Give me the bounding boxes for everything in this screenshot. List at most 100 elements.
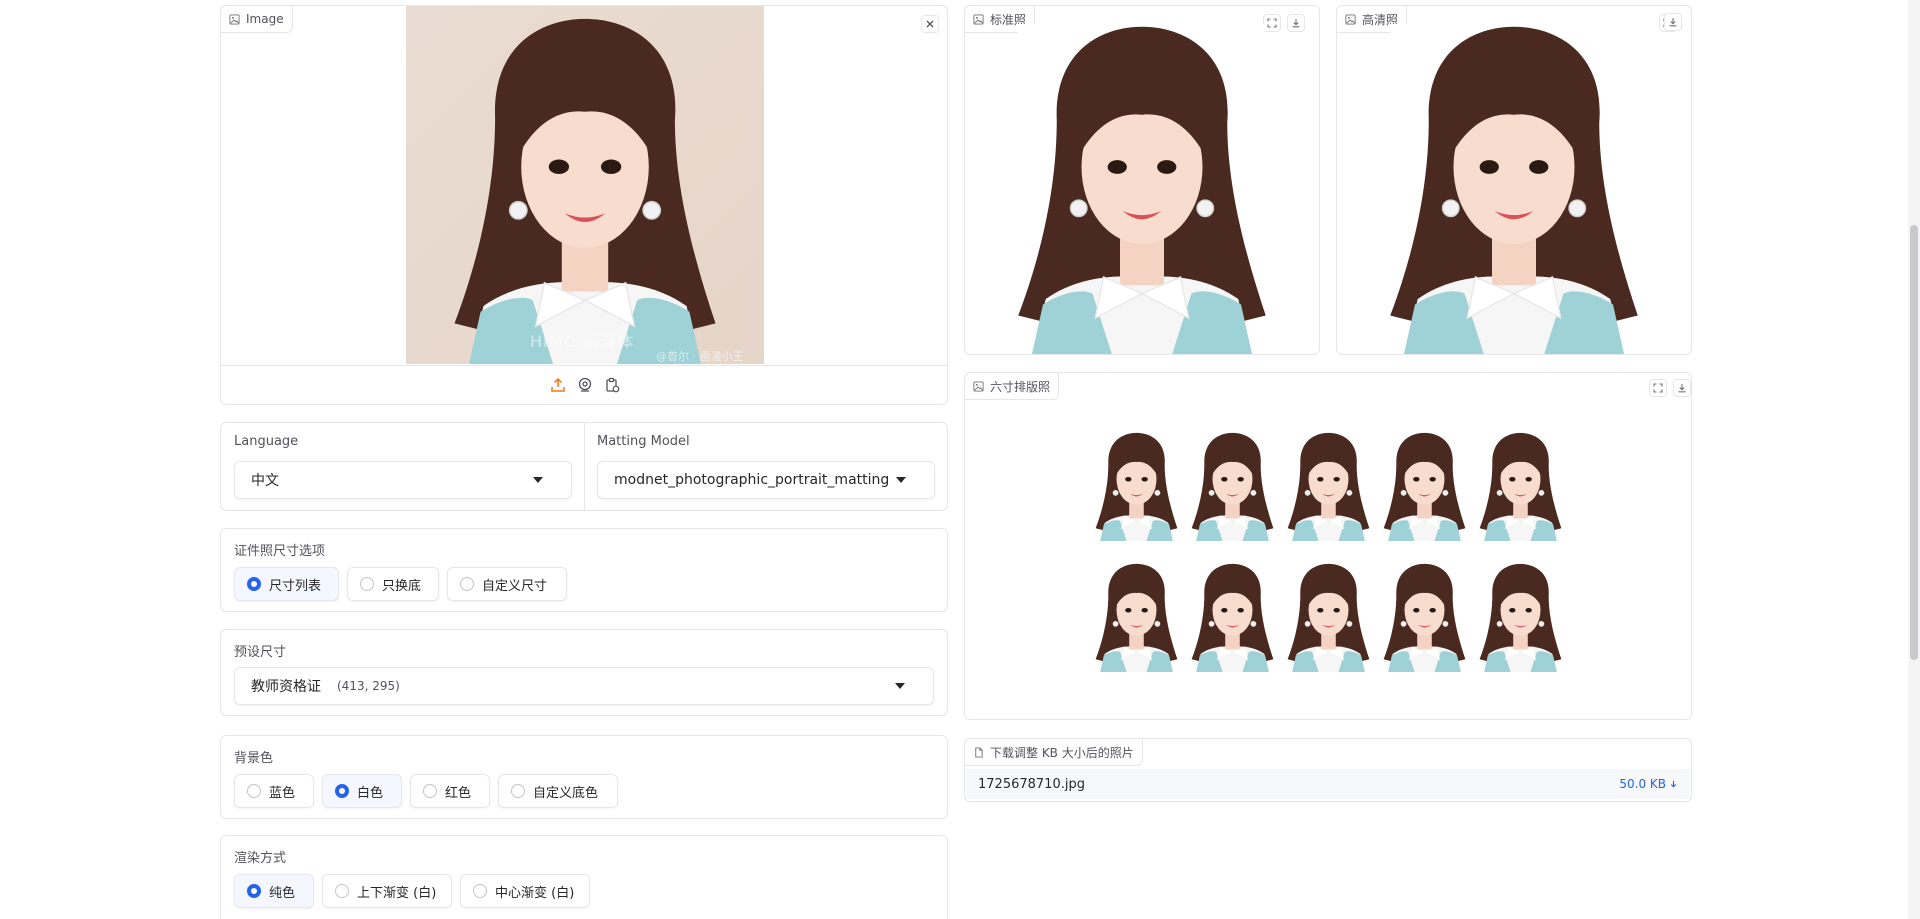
input-toolbar (221, 365, 947, 406)
download-icon (1292, 19, 1300, 28)
layout-thumbnail (1093, 563, 1180, 672)
download-button[interactable] (1673, 379, 1691, 397)
render-mode-label: 渲染方式 (234, 851, 287, 866)
radio-dot (511, 784, 525, 798)
matting-label: Matting Model (597, 434, 690, 449)
radio-dot (460, 577, 474, 591)
download-size-link[interactable]: 50.0 KB (1619, 777, 1678, 791)
radio-vertical-gradient[interactable]: 上下渐变 (白) (322, 874, 452, 908)
layout-photo-grid (1093, 432, 1565, 672)
preset-name: 教师资格证 (251, 679, 321, 695)
hd-photo (1390, 24, 1638, 354)
radio-label: 自定义尺寸 (482, 578, 548, 594)
layout-photo-tag: 六寸排版照 (965, 373, 1060, 400)
input-photo: HIMO 画漫体 @首尔 · 画漫小王 (406, 6, 764, 364)
image-icon (973, 14, 984, 25)
preset-size-label: 预设尺寸 (234, 645, 287, 660)
close-icon (926, 20, 934, 28)
standard-photo (1018, 24, 1266, 354)
render-mode-panel: 渲染方式 纯色 上下渐变 (白) 中心渐变 (白) (220, 835, 948, 919)
image-icon (973, 381, 984, 392)
radio-dot (247, 884, 261, 898)
radio-bg-only[interactable]: 只换底 (347, 567, 439, 601)
chevron-down-icon (896, 477, 906, 483)
layout-thumbnail (1093, 432, 1180, 541)
preset-dims: (413, 295) (337, 679, 400, 693)
input-image-panel[interactable]: Image HIMO 画漫体 @首尔 · 画漫小王 (220, 5, 948, 405)
image-icon (1345, 14, 1356, 25)
radio-dot (423, 784, 437, 798)
radio-custom-size[interactable]: 自定义尺寸 (447, 567, 567, 601)
radio-dot (473, 884, 487, 898)
radio-label: 尺寸列表 (269, 578, 322, 594)
radio-custom-bg[interactable]: 自定义底色 (498, 774, 618, 808)
radio-label: 上下渐变 (白) (357, 885, 437, 901)
download-icon (1670, 780, 1677, 788)
radio-blue[interactable]: 蓝色 (234, 774, 314, 808)
close-button[interactable] (921, 15, 939, 33)
radio-label: 纯色 (269, 885, 296, 901)
fullscreen-button[interactable] (1649, 379, 1667, 397)
layout-thumbnail (1189, 432, 1276, 541)
radio-red[interactable]: 红色 (410, 774, 490, 808)
fullscreen-icon (1653, 383, 1663, 393)
watermark-text: HIMO 画漫体 (530, 332, 635, 351)
model-settings-panel: Language 中文 Matting Model modnet_photogr… (220, 422, 948, 511)
input-image-label: Image (246, 12, 284, 26)
radio-label: 自定义底色 (533, 785, 599, 801)
preset-size-dropdown[interactable]: 教师资格证 (413, 295) (234, 667, 934, 705)
hd-photo-panel: 高清照 (1336, 5, 1692, 355)
clipboard-button[interactable] (604, 377, 622, 395)
upload-icon (551, 377, 565, 392)
radio-dot (360, 577, 374, 591)
radio-label: 只换底 (382, 578, 422, 594)
layout-photo-panel: 六寸排版照 (964, 372, 1692, 720)
radio-solid[interactable]: 纯色 (234, 874, 314, 908)
download-filename[interactable]: 1725678710.jpg (978, 777, 1085, 792)
image-icon (229, 14, 240, 25)
layout-thumbnail (1381, 432, 1468, 541)
hd-download-button[interactable] (1664, 13, 1682, 31)
radio-center-gradient[interactable]: 中心渐变 (白) (460, 874, 590, 908)
radio-label: 白色 (357, 785, 384, 801)
upload-button[interactable] (550, 377, 568, 395)
size-option-panel: 证件照尺寸选项 尺寸列表 只换底 自定义尺寸 (220, 528, 948, 612)
fullscreen-icon (1267, 18, 1277, 28)
watermark-credit: @首尔 · 画漫小王 (656, 350, 744, 363)
download-button[interactable] (1287, 14, 1305, 32)
radio-white[interactable]: 白色 (322, 774, 402, 808)
radio-size-list[interactable]: 尺寸列表 (234, 567, 339, 601)
input-image-tag: Image (221, 6, 293, 33)
download-file-row[interactable]: 1725678710.jpg 50.0 KB (966, 769, 1690, 799)
portrait-image (1390, 24, 1638, 354)
matting-group: Matting Model modnet_photographic_portra… (585, 423, 947, 510)
download-file-panel: 下载调整 KB 大小后的照片 1725678710.jpg 50.0 KB (964, 738, 1692, 802)
layout-thumbnail (1189, 563, 1276, 672)
layout-photo-label: 六寸排版照 (990, 379, 1051, 394)
matting-dropdown[interactable]: modnet_photographic_portrait_matting (597, 461, 935, 499)
layout-thumbnail (1285, 432, 1372, 541)
chevron-down-icon (895, 683, 905, 689)
standard-photo-panel: 标准照 (964, 5, 1320, 355)
portrait-image (1018, 24, 1266, 354)
webcam-button[interactable] (577, 377, 595, 395)
radio-dot (247, 577, 261, 591)
page-scrollbar[interactable] (1908, 0, 1920, 919)
radio-dot (247, 784, 261, 798)
language-value: 中文 (251, 473, 279, 489)
download-icon (1678, 384, 1686, 393)
portrait-image (435, 16, 735, 364)
download-file-label: 下载调整 KB 大小后的照片 (990, 745, 1134, 760)
matting-value: modnet_photographic_portrait_matting (614, 472, 890, 488)
layout-thumbnail (1285, 563, 1372, 672)
radio-label: 中心渐变 (白) (495, 885, 575, 901)
radio-dot (335, 784, 349, 798)
language-dropdown[interactable]: 中文 (234, 461, 572, 499)
download-size: 50.0 KB (1619, 777, 1666, 791)
download-icon (1669, 18, 1677, 27)
file-icon (975, 746, 983, 758)
language-label: Language (234, 434, 299, 449)
bg-color-label: 背景色 (234, 751, 274, 766)
bg-color-panel: 背景色 蓝色 白色 红色 自定义底色 (220, 735, 948, 819)
scrollbar-thumb[interactable] (1910, 225, 1918, 660)
